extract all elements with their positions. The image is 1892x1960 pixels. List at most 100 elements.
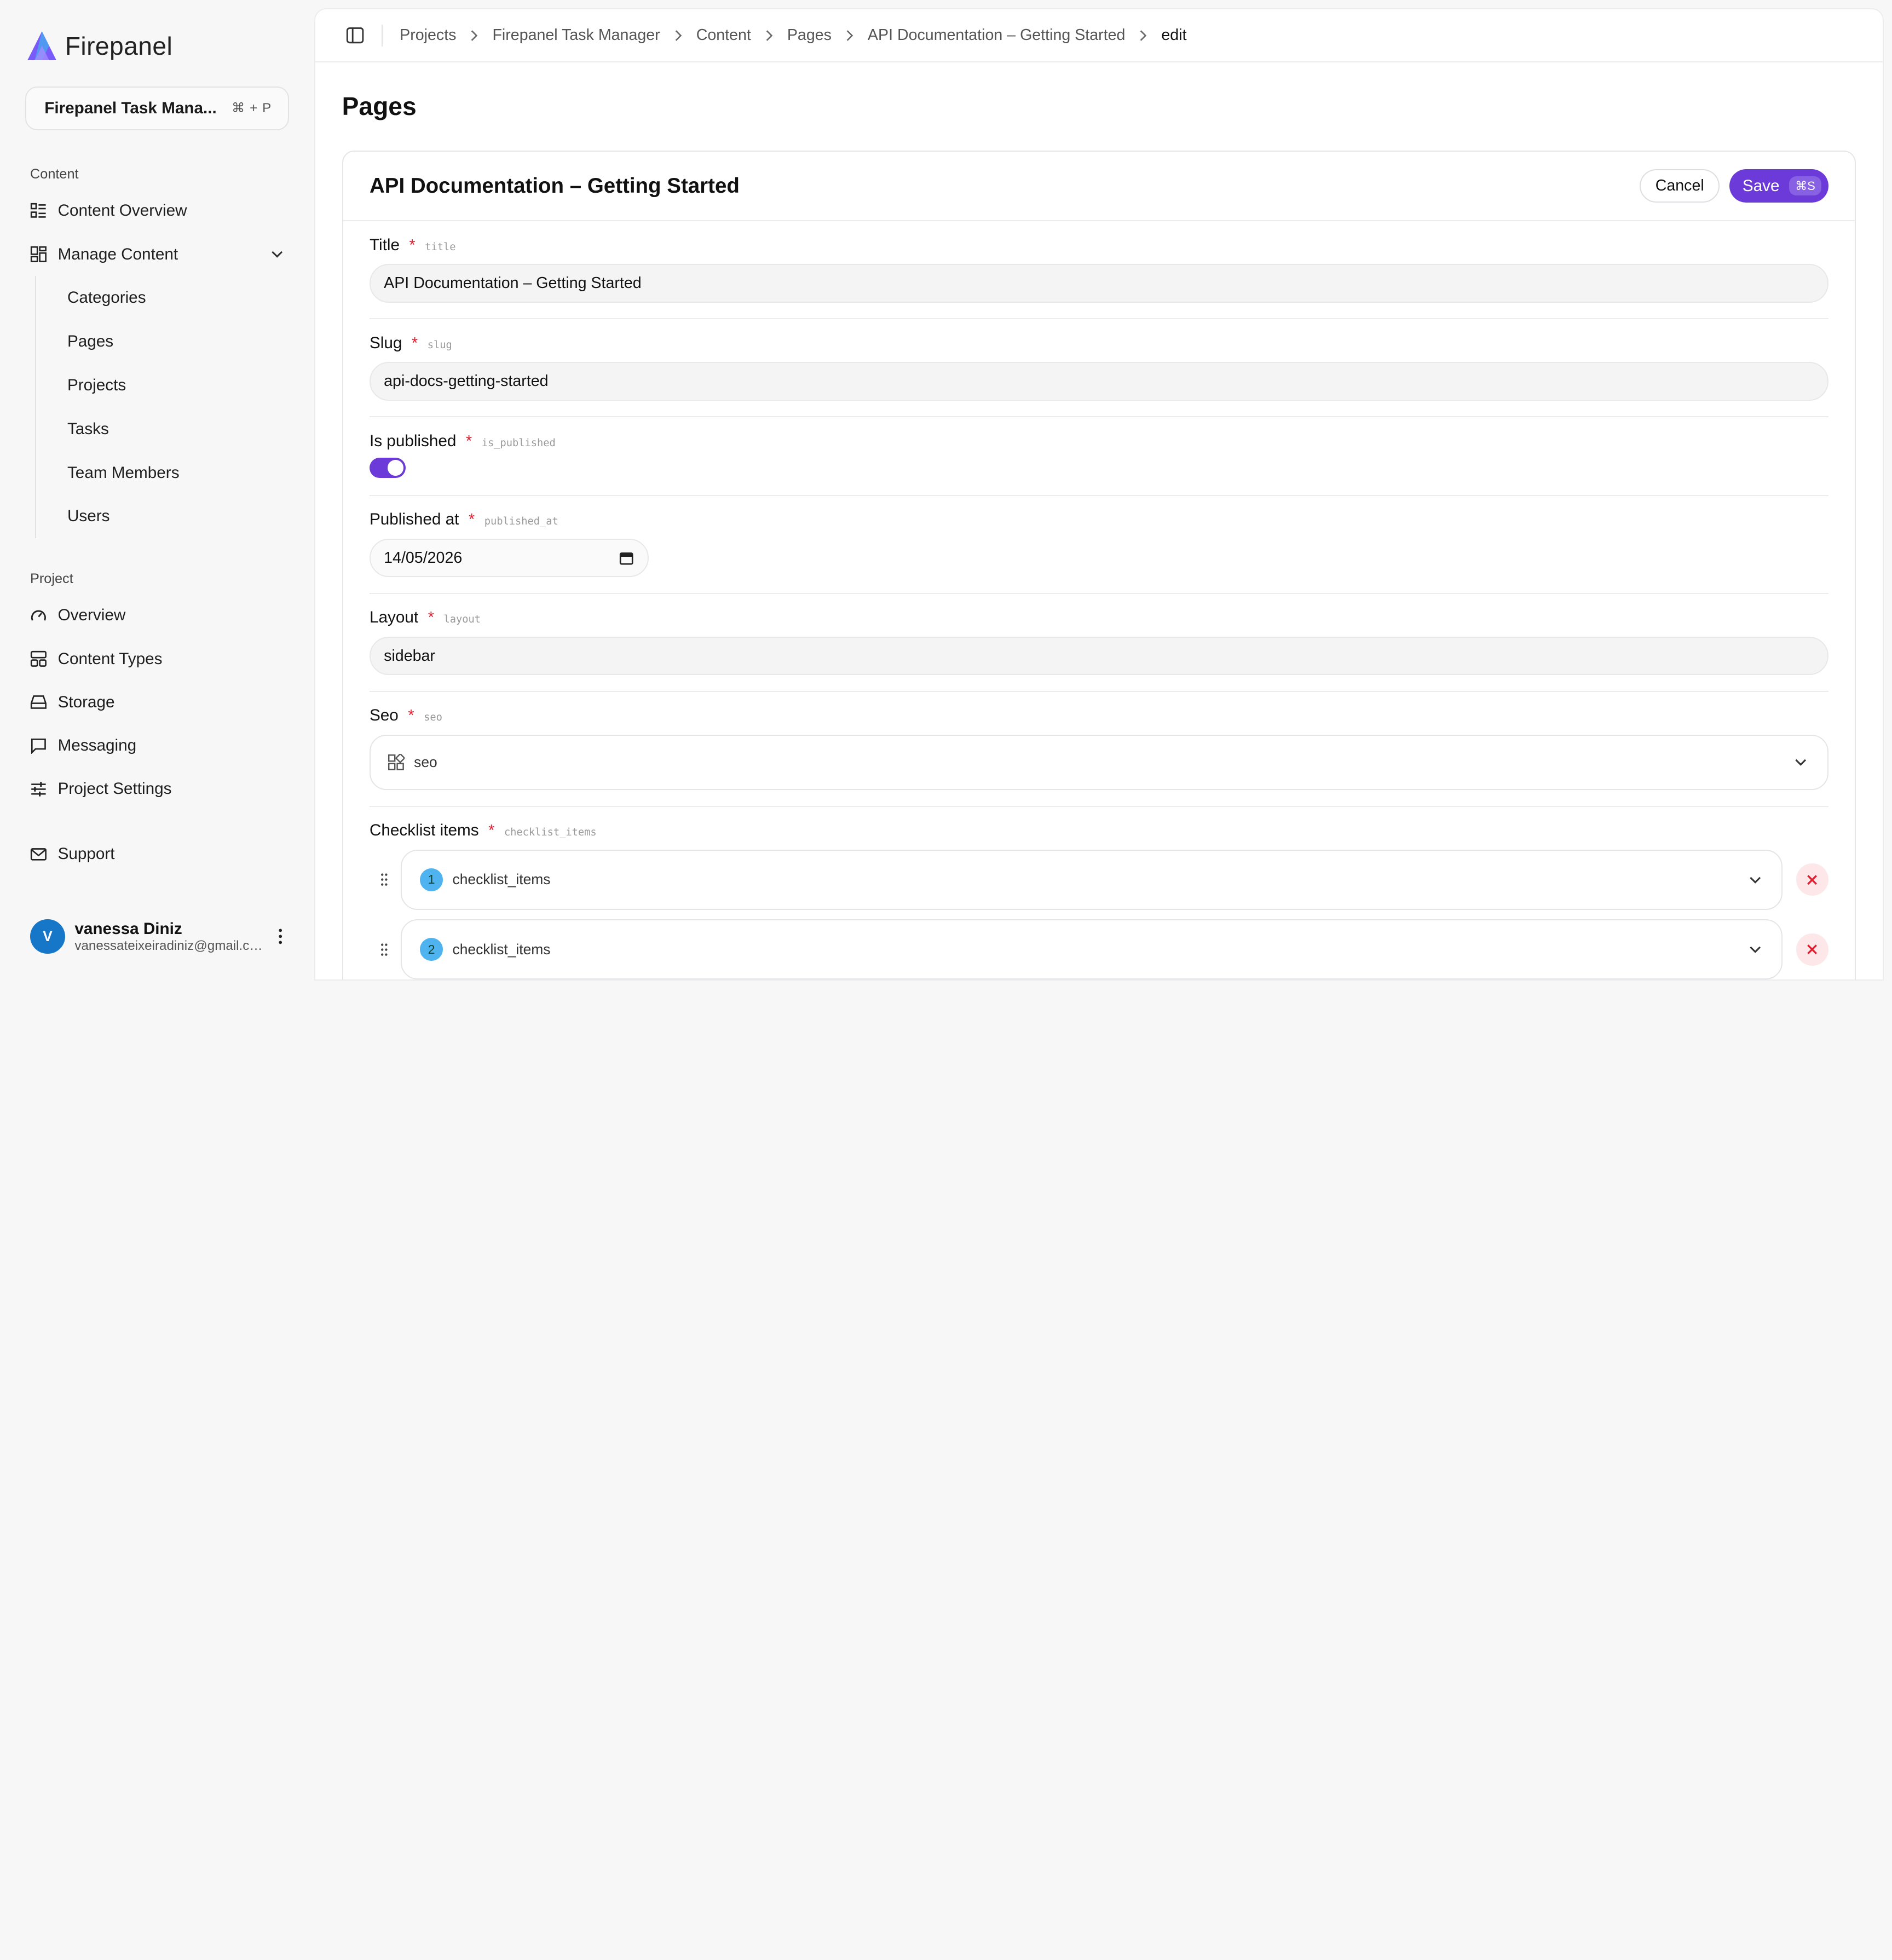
chevron-down-icon — [1750, 877, 1761, 884]
required-mark: * — [411, 334, 418, 352]
topbar: Projects Firepanel Task Manager Content … — [315, 9, 1883, 63]
sidebar-item-users[interactable]: Users — [67, 494, 289, 538]
breadcrumb: Projects Firepanel Task Manager Content … — [400, 26, 1186, 44]
chevron-right-icon — [1140, 30, 1147, 41]
breadcrumb-projects[interactable]: Projects — [400, 26, 456, 44]
sidebar-item-overview[interactable]: Overview — [25, 594, 289, 637]
gauge-icon — [31, 610, 46, 621]
remove-item-button[interactable] — [1796, 933, 1829, 966]
sidebar-item-tasks[interactable]: Tasks — [67, 407, 289, 451]
sidebar-item-team-members[interactable]: Team Members — [67, 451, 289, 495]
avatar: V — [30, 919, 65, 954]
project-switcher-shortcut: ⌘ + P — [232, 100, 271, 116]
sliders-icon — [31, 782, 46, 797]
layout-icon — [30, 651, 47, 667]
sidebar-item-label: Content Types — [57, 649, 163, 668]
drag-handle-icon[interactable] — [370, 940, 396, 959]
sidebar-item-pages[interactable]: Pages — [67, 320, 289, 364]
checklist-item-toggle[interactable]: 2 checklist_items — [401, 919, 1783, 979]
item-index-badge: 1 — [420, 868, 443, 891]
field-label: Is published — [369, 431, 457, 450]
chevron-down-icon — [1750, 946, 1761, 953]
sidebar-item-label: Manage Content — [57, 245, 178, 263]
sidebar-item-label: Storage — [57, 693, 115, 711]
breadcrumb-project[interactable]: Firepanel Task Manager — [492, 26, 660, 44]
sidebar-item-content-types[interactable]: Content Types — [25, 637, 289, 681]
brand[interactable]: Firepanel — [25, 22, 289, 70]
layout-input[interactable]: sidebar — [369, 637, 1829, 676]
shortcut-plus: + — [250, 100, 258, 116]
field-key: is_published — [481, 437, 556, 449]
close-icon — [1807, 874, 1818, 885]
field-key: checklist_items — [504, 827, 597, 839]
field-key: layout — [443, 614, 481, 626]
field-label: Seo — [369, 706, 399, 725]
shortcut-cmd: ⌘ — [232, 101, 245, 116]
field-checklist-items: Checklist items * checklist_items 1 chec… — [343, 807, 1855, 979]
dashboard-icon — [30, 246, 47, 263]
field-published-at: Published at * published_at 14/05/2026 — [343, 496, 1855, 595]
cancel-button[interactable]: Cancel — [1640, 169, 1720, 203]
sidebar-item-label: Content Overview — [57, 201, 187, 220]
brand-name: Firepanel — [65, 31, 173, 60]
required-mark: * — [408, 707, 414, 725]
field-key: title — [425, 241, 456, 253]
sidebar-item-categories[interactable]: Categories — [67, 276, 289, 320]
user-profile[interactable]: V vanessa Diniz vanessateixeiradiniz@gma… — [30, 919, 288, 954]
manage-content-subnav: Categories Pages Projects Tasks Team Mem… — [34, 276, 289, 539]
main-panel: Projects Firepanel Task Manager Content … — [314, 8, 1884, 981]
drag-handle-icon[interactable] — [370, 870, 396, 889]
calendar-icon[interactable] — [619, 551, 633, 565]
checklist-item-toggle[interactable]: 1 checklist_items — [401, 849, 1783, 910]
sidebar-item-manage-content[interactable]: Manage Content — [25, 233, 289, 276]
field-label: Slug — [369, 333, 402, 352]
list-item: 2 checklist_items — [370, 919, 1829, 979]
user-email: vanessateixeiradiniz@gmail.com — [74, 938, 264, 953]
save-button[interactable]: Save ⌘S — [1729, 169, 1829, 203]
list-grid-icon — [30, 203, 46, 218]
project-switcher-name: Firepanel Task Mana... — [44, 99, 217, 117]
editor-header: API Documentation – Getting Started Canc… — [343, 152, 1855, 222]
chevron-right-icon — [766, 30, 773, 41]
firepanel-logo-icon — [27, 31, 57, 60]
sidebar-item-messaging[interactable]: Messaging — [25, 724, 289, 767]
component-icon — [388, 754, 405, 770]
sidebar-toggle-icon[interactable] — [345, 26, 365, 45]
sidebar-item-support[interactable]: Support — [25, 832, 289, 875]
checklist-item-label: checklist_items — [452, 941, 551, 958]
seo-component-toggle[interactable]: seo — [369, 735, 1829, 791]
published-at-input[interactable]: 14/05/2026 — [369, 539, 649, 578]
chevron-down-icon — [1795, 759, 1807, 766]
sidebar-item-project-settings[interactable]: Project Settings — [25, 768, 289, 811]
breadcrumb-entry[interactable]: API Documentation – Getting Started — [868, 26, 1125, 44]
page-title: Pages — [342, 91, 417, 120]
remove-item-button[interactable] — [1796, 863, 1829, 896]
sidebar-item-content-overview[interactable]: Content Overview — [25, 189, 289, 233]
title-input[interactable]: API Documentation – Getting Started — [369, 264, 1829, 303]
seo-component-label: seo — [414, 754, 437, 771]
field-is-published: Is published * is_published — [343, 417, 1855, 497]
chevron-right-icon — [675, 30, 682, 41]
chevron-down-icon[interactable] — [270, 247, 284, 261]
entry-editor-card: API Documentation – Getting Started Canc… — [342, 150, 1856, 979]
user-meta: vanessa Diniz vanessateixeiradiniz@gmail… — [74, 920, 263, 954]
field-slug: Slug * slug api-docs-getting-started — [343, 319, 1855, 418]
field-layout: Layout * layout sidebar — [343, 594, 1855, 693]
project-switcher[interactable]: Firepanel Task Mana... ⌘ + P — [25, 87, 289, 130]
required-mark: * — [488, 822, 495, 840]
sidebar-item-storage[interactable]: Storage — [25, 681, 289, 724]
sidebar-item-label: Messaging — [57, 736, 137, 755]
field-label: Published at — [369, 510, 459, 529]
sidebar-item-label: Project Settings — [57, 780, 172, 798]
save-shortcut: ⌘S — [1789, 176, 1821, 195]
mail-icon — [30, 848, 47, 861]
breadcrumb-content[interactable]: Content — [696, 26, 751, 44]
required-mark: * — [409, 236, 416, 254]
chevron-right-icon — [471, 30, 478, 41]
slug-input[interactable]: api-docs-getting-started — [369, 362, 1829, 401]
is-published-toggle[interactable] — [369, 457, 406, 479]
shortcut-key: P — [262, 100, 272, 116]
sidebar-item-projects[interactable]: Projects — [67, 364, 289, 407]
more-vertical-icon[interactable] — [273, 928, 287, 945]
breadcrumb-pages[interactable]: Pages — [787, 26, 832, 44]
